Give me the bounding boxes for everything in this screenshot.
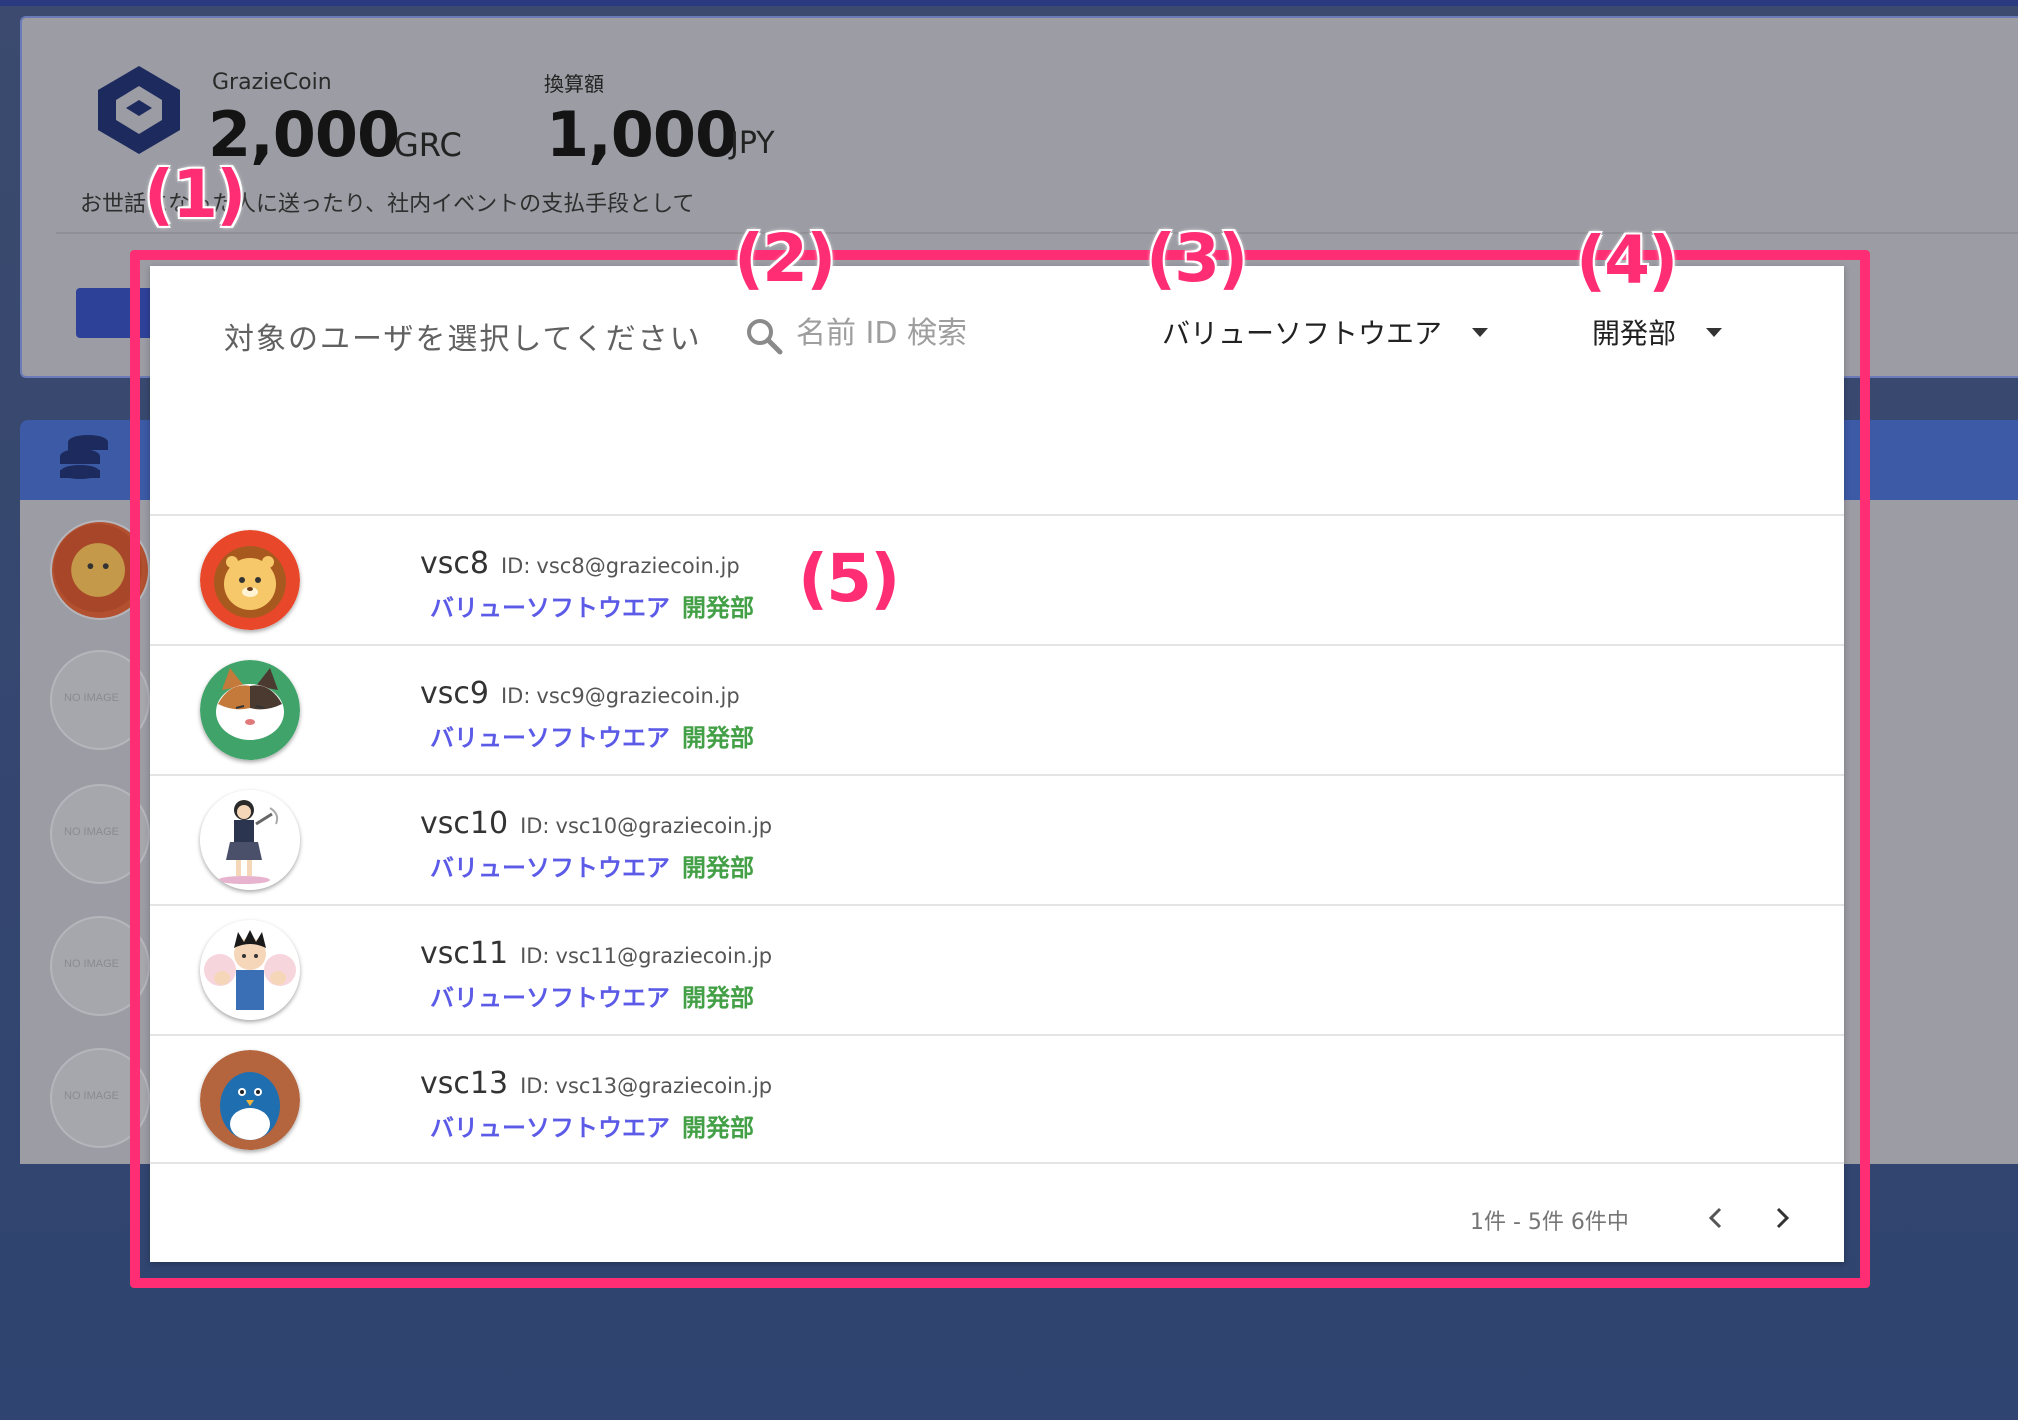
user-name-line: vsc13 ID: vsc13@graziecoin.jp xyxy=(420,1066,772,1101)
annotation-2: (2) xyxy=(734,220,836,297)
annotation-4: (4) xyxy=(1576,222,1678,299)
user-department: 開発部 xyxy=(682,1114,754,1142)
user-name: vsc11 xyxy=(420,936,509,971)
user-company: バリューソフトウエア xyxy=(430,594,670,622)
avatar xyxy=(200,660,300,760)
user-department: 開発部 xyxy=(682,854,754,882)
id-label: ID: xyxy=(500,684,531,708)
penguin-icon xyxy=(200,1050,300,1150)
avatar xyxy=(200,1050,300,1150)
search-input[interactable] xyxy=(796,308,1196,358)
pagination-info: 1件 - 5件 6件中 xyxy=(1470,1210,1629,1235)
search-icon xyxy=(747,319,783,355)
user-company: バリューソフトウエア xyxy=(430,724,670,752)
chevron-left-icon[interactable] xyxy=(1696,1198,1736,1238)
coin-label: GrazieCoin xyxy=(212,70,332,95)
user-name-line: vsc9 ID: vsc9@graziecoin.jp xyxy=(420,676,740,711)
user-company: バリューソフトウエア xyxy=(430,1114,670,1142)
user-name-line: vsc11 ID: vsc11@graziecoin.jp xyxy=(420,936,772,971)
user-company: バリューソフトウエア xyxy=(430,984,670,1012)
graziecoin-logo-icon xyxy=(98,66,180,154)
no-image-label: NO IMAGE xyxy=(64,826,120,838)
card-divider xyxy=(56,232,2018,234)
annotation-1: (1) xyxy=(144,156,246,233)
user-id: vsc10@graziecoin.jp xyxy=(555,814,773,838)
avatar xyxy=(200,790,300,890)
user-company: バリューソフトウエア xyxy=(430,854,670,882)
user-row[interactable]: vsc8 ID: vsc8@graziecoin.jp バリューソフトウエア 開発部 xyxy=(150,514,1844,644)
no-image-label: NO IMAGE xyxy=(64,692,120,704)
id-label: ID: xyxy=(520,944,550,968)
department-select[interactable]: 開発部 xyxy=(1592,312,1723,352)
boy-icon xyxy=(200,920,300,1020)
dialog-header: 対象のユーザを選択してください バリューソフトウエア 開発部 xyxy=(150,266,1844,514)
department-select-value: 開発部 xyxy=(1592,317,1677,350)
user-name: vsc10 xyxy=(420,806,509,841)
pagination-footer: 1件 - 5件 6件中 xyxy=(150,1178,1844,1262)
caret-down-icon xyxy=(1472,327,1489,337)
no-image-label: NO IMAGE xyxy=(64,958,120,970)
user-name: vsc13 xyxy=(420,1066,509,1101)
user-row[interactable]: vsc11 ID: vsc11@graziecoin.jp バリューソフトウエア 開… xyxy=(150,904,1844,1034)
caret-down-icon xyxy=(1706,327,1723,337)
user-name: vsc9 xyxy=(420,676,489,711)
user-department: 開発部 xyxy=(682,724,754,752)
no-image-label: NO IMAGE xyxy=(64,1090,120,1102)
dialog-prompt: 対象のユーザを選択してください xyxy=(224,322,702,357)
user-list: vsc8 ID: vsc8@graziecoin.jp バリューソフトウエア 開発部… xyxy=(150,514,1844,1164)
id-label: ID: xyxy=(520,814,550,838)
user-department: 開発部 xyxy=(682,984,754,1012)
company-select-value: バリューソフトウエア xyxy=(1162,317,1443,350)
user-select-dialog: 対象のユーザを選択してください バリューソフトウエア 開発部 xyxy=(150,266,1844,1262)
company-select[interactable]: バリューソフトウエア xyxy=(1162,312,1489,352)
user-name: vsc8 xyxy=(420,546,489,581)
user-id: vsc11@graziecoin.jp xyxy=(555,944,773,968)
lion-icon xyxy=(200,530,300,630)
converted-label: 換算額 xyxy=(544,72,604,96)
converted-unit: JPY xyxy=(730,126,775,161)
annotation-3: (3) xyxy=(1146,220,1248,297)
user-row[interactable]: vsc13 ID: vsc13@graziecoin.jp バリューソフトウエア 開… xyxy=(150,1034,1844,1164)
converted-amount: 1,000 xyxy=(546,98,738,171)
annotation-5: (5) xyxy=(798,540,900,617)
user-row[interactable]: vsc10 ID: vsc10@graziecoin.jp バリューソフトウエア 開… xyxy=(150,774,1844,904)
user-name-line: vsc10 ID: vsc10@graziecoin.jp xyxy=(420,806,772,841)
id-label: ID: xyxy=(520,1074,550,1098)
schoolgirl-icon xyxy=(200,790,300,890)
id-label: ID: xyxy=(500,554,531,578)
avatar xyxy=(200,920,300,1020)
user-id: vsc8@graziecoin.jp xyxy=(536,554,740,578)
avatar xyxy=(200,530,300,630)
cat-icon xyxy=(200,660,300,760)
top-accent-line xyxy=(0,0,2018,6)
user-id: vsc13@graziecoin.jp xyxy=(555,1074,773,1098)
user-name-line: vsc8 ID: vsc8@graziecoin.jp xyxy=(420,546,740,581)
user-row[interactable]: vsc9 ID: vsc9@graziecoin.jp バリューソフトウエア 開発部 xyxy=(150,644,1844,774)
coins-stack-icon xyxy=(60,435,108,479)
coin-unit: GRC xyxy=(394,126,462,164)
user-department: 開発部 xyxy=(682,594,754,622)
user-id: vsc9@graziecoin.jp xyxy=(536,684,740,708)
chevron-right-icon[interactable] xyxy=(1762,1198,1802,1238)
